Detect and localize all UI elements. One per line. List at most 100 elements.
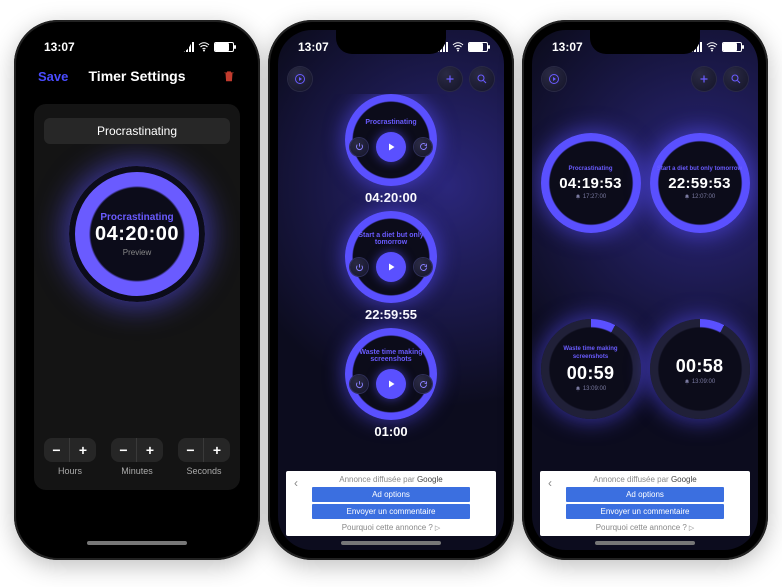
power-button[interactable] — [350, 258, 368, 276]
running-timer[interactable]: Procrastinating 04:19:53 17:27:00 — [541, 133, 641, 233]
timer-preview-ring: Procrastinating 04:20:00 Preview — [69, 166, 205, 302]
status-time: 13:07 — [44, 40, 75, 54]
ad-why-link[interactable]: Pourquoi cette annonce ?▷ — [312, 521, 470, 532]
ad-why-text: Pourquoi cette annonce ? — [342, 523, 433, 532]
reset-button[interactable] — [414, 258, 432, 276]
notch — [82, 30, 192, 54]
play-button[interactable] — [376, 252, 406, 282]
seconds-plus-button[interactable]: + — [204, 438, 230, 462]
timer-alarm: 13:09:00 — [684, 379, 715, 385]
timer-name-input[interactable] — [44, 118, 230, 144]
seconds-label: Seconds — [186, 466, 221, 476]
home-indicator — [87, 541, 187, 545]
timer-time: 04:20:00 — [365, 190, 417, 205]
reload-icon — [419, 380, 428, 389]
screen-timer-grid: 13:07 — [532, 30, 758, 550]
wifi-icon — [452, 41, 464, 53]
ad-banner: ‹ Annonce diffusée par Google Ad options… — [540, 471, 750, 536]
ad-why-link[interactable]: Pourquoi cette annonce ?▷ — [566, 521, 724, 532]
reload-icon — [419, 263, 428, 272]
minutes-label: Minutes — [121, 466, 153, 476]
zoom-button[interactable] — [470, 67, 494, 91]
hours-minus-button[interactable]: − — [44, 438, 70, 462]
power-icon — [355, 380, 364, 389]
preview-time: 04:20:00 — [95, 223, 179, 246]
home-indicator — [341, 541, 441, 545]
preview-title: Procrastinating — [100, 212, 173, 223]
notch — [590, 30, 700, 54]
timer-item[interactable]: Waste time making screenshots — [278, 328, 504, 439]
ad-header: Annonce diffusée par Google — [566, 475, 724, 484]
timer-alarm: 13:09:00 — [575, 386, 606, 392]
phone-frame-3: 13:07 — [522, 20, 768, 560]
hours-stepper: − + Hours — [44, 438, 96, 476]
ad-back-button[interactable]: ‹ — [294, 477, 298, 489]
save-button[interactable]: Save — [38, 69, 68, 84]
timer-time: 04:19:53 — [559, 175, 621, 192]
timer-time: 22:59:53 — [668, 175, 730, 192]
ad-feedback-button[interactable]: Envoyer un commentaire — [312, 504, 470, 519]
trash-icon — [222, 69, 236, 83]
ad-back-button[interactable]: ‹ — [548, 477, 552, 489]
alarm-time: 13:09:00 — [583, 386, 606, 392]
timer-list: Procrastinating — [278, 94, 504, 458]
play-icon — [385, 261, 397, 273]
bell-icon — [684, 379, 690, 385]
minutes-minus-button[interactable]: − — [111, 438, 137, 462]
timer-controls — [350, 252, 432, 282]
ad-header-prefix: Annonce diffusée par — [593, 475, 671, 484]
running-timer[interactable]: 00:58 13:09:00 — [650, 319, 750, 419]
timer-title: Start a diet but only tomorrow — [651, 166, 748, 173]
running-timer[interactable]: Waste time making screenshots 00:59 13:0… — [541, 319, 641, 419]
plus-icon — [444, 73, 456, 85]
plus-icon — [698, 73, 710, 85]
top-toolbar — [278, 64, 504, 94]
battery-icon — [468, 42, 488, 52]
timer-title: Procrastinating — [359, 119, 422, 126]
play-button[interactable] — [376, 132, 406, 162]
timer-item[interactable]: Procrastinating — [278, 94, 504, 205]
status-time: 13:07 — [552, 40, 583, 54]
minutes-plus-button[interactable]: + — [137, 438, 163, 462]
play-icon — [548, 73, 560, 85]
reset-button[interactable] — [414, 138, 432, 156]
timer-time: 22:59:55 — [365, 307, 417, 322]
notch — [336, 30, 446, 54]
bell-icon — [575, 386, 581, 392]
bell-icon — [684, 194, 690, 200]
play-all-button[interactable] — [288, 67, 312, 91]
ad-header-brand: Google — [417, 475, 443, 484]
hours-plus-button[interactable]: + — [70, 438, 96, 462]
page-title: Timer Settings — [89, 68, 186, 84]
delete-button[interactable] — [222, 69, 236, 83]
play-button[interactable] — [376, 369, 406, 399]
ad-header-prefix: Annonce diffusée par — [339, 475, 417, 484]
play-all-button[interactable] — [542, 67, 566, 91]
play-icon — [385, 378, 397, 390]
zoom-button[interactable] — [724, 67, 748, 91]
reset-button[interactable] — [414, 375, 432, 393]
running-timer[interactable]: Start a diet but only tomorrow 22:59:53 … — [650, 133, 750, 233]
ad-options-button[interactable]: Ad options — [312, 487, 470, 502]
timer-title: Waste time making screenshots — [541, 346, 641, 360]
ad-feedback-button[interactable]: Envoyer un commentaire — [566, 504, 724, 519]
add-timer-button[interactable] — [438, 67, 462, 91]
timer-ring: Start a diet but only tomorrow — [345, 211, 437, 303]
magnifier-icon — [476, 73, 488, 85]
power-button[interactable] — [350, 138, 368, 156]
screen-timer-list: 13:07 — [278, 30, 504, 550]
navbar: Save Timer Settings — [24, 60, 250, 92]
timer-title: Start a diet but only tomorrow — [345, 232, 437, 246]
seconds-minus-button[interactable]: − — [178, 438, 204, 462]
power-button[interactable] — [350, 375, 368, 393]
ad-options-button[interactable]: Ad options — [566, 487, 724, 502]
ad-header: Annonce diffusée par Google — [312, 475, 470, 484]
timer-item[interactable]: Start a diet but only tomorrow — [278, 211, 504, 322]
timer-alarm: 17:27:00 — [575, 194, 606, 200]
screen-timer-settings: 13:07 Save Timer Settings — [24, 30, 250, 550]
play-icon — [294, 73, 306, 85]
ad-why-icon: ▷ — [435, 525, 440, 532]
add-timer-button[interactable] — [692, 67, 716, 91]
ad-header-brand: Google — [671, 475, 697, 484]
running-timers-grid: Procrastinating 04:19:53 17:27:00 Start … — [540, 94, 750, 458]
